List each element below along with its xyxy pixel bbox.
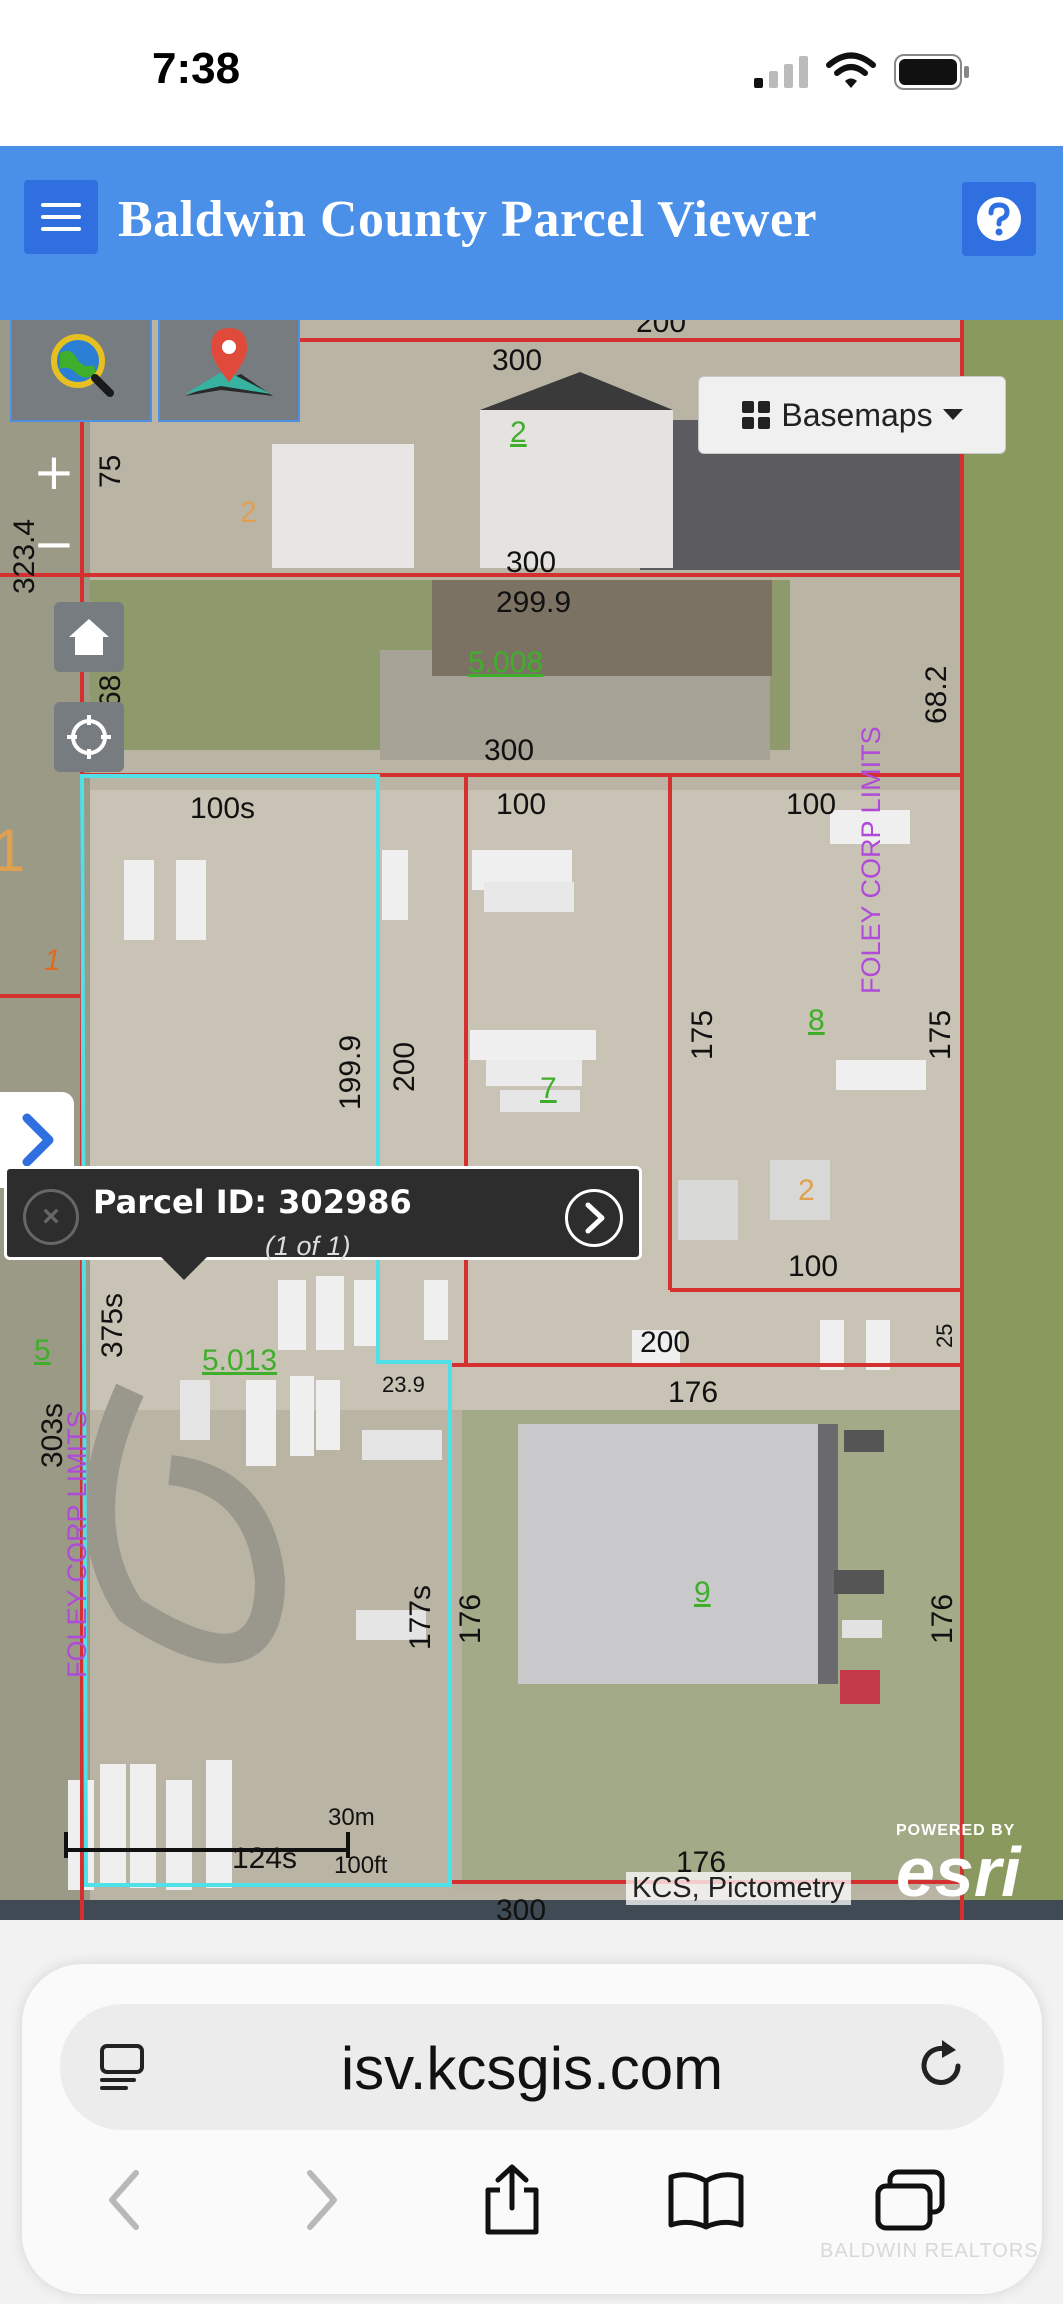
help-icon — [977, 197, 1021, 241]
chevron-right-icon — [307, 2170, 337, 2230]
share-button[interactable] — [472, 2160, 552, 2240]
browser-toolbar: isv.kcsgis.com BALDWIN REALTORS — [0, 1920, 1063, 2304]
esri-logo: POWERED BY esri — [896, 1822, 1021, 1911]
tabs-icon — [875, 2169, 945, 2231]
locate-button[interactable] — [54, 702, 124, 772]
home-button[interactable] — [54, 602, 124, 672]
chevron-right-icon — [585, 1202, 605, 1234]
dimension-label: 175 — [924, 1009, 957, 1060]
dimension-label: 100s — [190, 792, 256, 825]
wifi-icon — [826, 52, 876, 88]
dimension-label: 23.9 — [382, 1372, 425, 1397]
dimension-label: 176 — [926, 1593, 959, 1644]
share-icon — [485, 2164, 539, 2235]
search-globe-icon — [51, 333, 114, 397]
popup-subtitle: (1 of 1) — [265, 1231, 351, 1261]
dimension-label: 177s — [404, 1584, 437, 1650]
hamburger-icon-bar — [41, 203, 81, 207]
parcel-acreage-label: 9 — [694, 1576, 711, 1609]
corporate-limits-label: FOLEY CORP LIMITS — [856, 726, 886, 994]
parcel-acreage-label: 5.013 — [202, 1344, 278, 1377]
app-header: Baldwin County Parcel Viewer — [0, 146, 1063, 320]
dimension-label: 100 — [786, 788, 837, 821]
dimension-label: 299.9 — [496, 586, 572, 619]
caret-down-icon — [942, 409, 963, 420]
parcel-acreage-label: 1 — [0, 817, 26, 884]
parcel-acreage-label: 5.008 — [468, 646, 544, 679]
parcel-acreage-label: 1 — [44, 944, 61, 977]
home-icon — [69, 619, 109, 655]
basemaps-button[interactable]: Basemaps — [698, 376, 1006, 454]
dimension-label: 300 — [492, 344, 543, 377]
dimension-label: 100 — [496, 788, 547, 821]
popup-title: Parcel ID: 302986 — [93, 1183, 412, 1221]
dimension-label: 375s — [96, 1292, 129, 1358]
dimension-label: 200 — [640, 1326, 691, 1359]
hamburger-icon-bar — [41, 227, 81, 231]
dimension-label: 300 — [506, 546, 557, 579]
app-title: Baldwin County Parcel Viewer — [118, 191, 818, 248]
parcel-acreage-label: 2 — [510, 416, 527, 449]
zoom-out-button[interactable]: − — [24, 516, 84, 576]
bookmarks-button[interactable] — [666, 2160, 746, 2240]
scale-bar: 30m 100ft — [62, 1804, 387, 1903]
book-icon — [668, 2172, 744, 2230]
dimension-label: 176 — [454, 1593, 487, 1644]
battery-icon — [894, 54, 969, 90]
dimension-label: 300 — [484, 734, 535, 767]
parcel-acreage-label: 7 — [540, 1072, 557, 1105]
hamburger-icon-bar — [41, 215, 81, 219]
chevron-left-icon — [109, 2170, 139, 2230]
menu-button[interactable] — [24, 180, 98, 254]
parcel-acreage-label: 8 — [808, 1004, 825, 1037]
dimension-label: 175 — [686, 1009, 719, 1060]
dimension-label: 25 — [932, 1323, 957, 1348]
watermark: BALDWIN REALTORS — [820, 2240, 1039, 2262]
tabs-button[interactable] — [870, 2160, 950, 2240]
dimension-label: 75 — [94, 454, 127, 488]
scale-imperial-label: 100ft — [334, 1852, 388, 1879]
reload-icon[interactable] — [912, 2036, 972, 2096]
chevron-right-icon — [22, 1113, 54, 1167]
address-bar[interactable]: isv.kcsgis.com — [60, 2004, 1004, 2130]
dimension-label: 200 — [636, 320, 687, 339]
parcel-acreage-label: 5 — [34, 1334, 51, 1367]
help-button[interactable] — [962, 182, 1036, 256]
url-text: isv.kcsgis.com — [340, 2035, 724, 2102]
next-button[interactable] — [565, 1189, 623, 1247]
cellular-signal-icon — [754, 56, 808, 88]
basemaps-label: Basemaps — [781, 396, 933, 433]
dimension-label: 176 — [668, 1376, 719, 1409]
popup-pointer — [160, 1256, 208, 1280]
parcel-acreage-label: 2 — [240, 496, 257, 529]
map-attribution: KCS, Pictometry — [626, 1872, 851, 1905]
back-button[interactable] — [84, 2160, 164, 2240]
scale-metric-label: 30m — [328, 1804, 375, 1831]
forward-button[interactable] — [282, 2160, 362, 2240]
map-pin-icon — [185, 327, 273, 396]
parcel-acreage-label: 2 — [798, 1174, 815, 1207]
close-icon[interactable]: × — [23, 1189, 79, 1245]
dimension-label: 68.2 — [920, 665, 953, 724]
zoom-in-button[interactable]: + — [24, 444, 84, 504]
crosshair-icon — [67, 715, 111, 759]
status-bar: 7:38 — [0, 0, 1063, 146]
dimension-label: 100 — [788, 1250, 839, 1283]
search-tool-button[interactable] — [10, 320, 152, 422]
grid-icon — [742, 401, 771, 429]
parcel-map[interactable]: 200 300 75 323.4 2 2 300 299.9 5.008 68.… — [0, 320, 1063, 1920]
dimension-label: 300 — [496, 1894, 547, 1920]
parcel-popup: × Parcel ID: 302986 (1 of 1) — [4, 1166, 642, 1261]
status-time: 7:38 — [152, 44, 241, 93]
location-tool-button[interactable] — [158, 320, 300, 422]
dimension-label: 200 — [388, 1041, 421, 1092]
corporate-limits-label: FOLEY CORP LIMITS — [62, 1410, 92, 1678]
dimension-label: 199.9 — [334, 1034, 367, 1110]
